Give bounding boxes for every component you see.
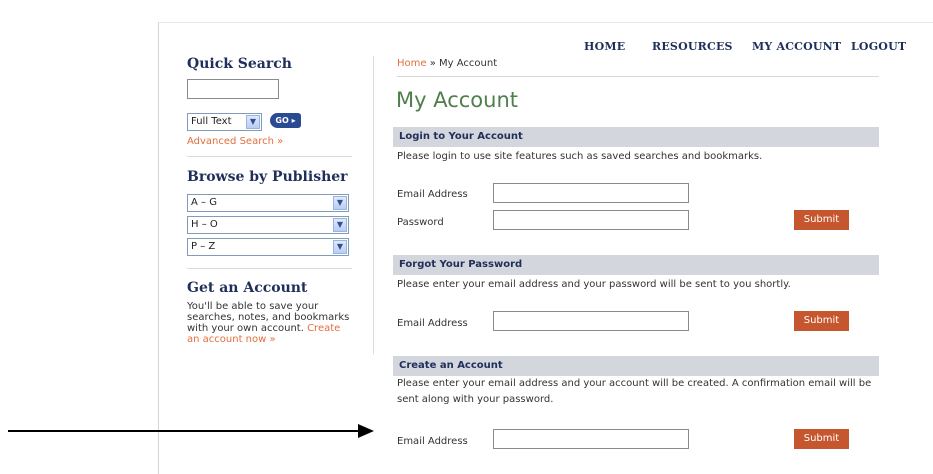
create-heading: Create an Account	[393, 356, 879, 376]
forgot-email-label: Email Address	[397, 318, 468, 329]
top-nav: HOME RESOURCES MY ACCOUNT LOGOUT	[0, 40, 933, 54]
chevron-down-icon: ▼	[333, 196, 347, 210]
login-submit-button[interactable]: Submit	[794, 210, 849, 230]
get-account-title: Get an Account	[187, 280, 308, 296]
password-field[interactable]	[493, 210, 689, 230]
create-desc: Please enter your email address and your…	[397, 378, 872, 405]
create-submit-button[interactable]: Submit	[794, 429, 849, 449]
publisher-range-label: P – Z	[191, 241, 216, 252]
nav-resources[interactable]: RESOURCES	[652, 40, 733, 53]
advanced-search-link[interactable]: Advanced Search »	[187, 136, 283, 147]
login-heading: Login to Your Account	[393, 127, 879, 147]
search-type-value: Full Text	[191, 116, 232, 127]
right-arrow-icon	[8, 424, 374, 438]
get-account-text: You'll be able to save your searches, no…	[187, 301, 353, 345]
breadcrumb-separator: »	[426, 58, 440, 69]
browse-publisher-title: Browse by Publisher	[187, 169, 348, 185]
nav-home[interactable]: HOME	[584, 40, 625, 53]
publisher-select-a-g[interactable]: A – G ▼	[187, 194, 349, 212]
breadcrumb: Home » My Account	[397, 58, 497, 69]
publisher-select-p-z[interactable]: P – Z ▼	[187, 238, 349, 256]
go-button[interactable]: GO ▸	[270, 113, 301, 128]
login-email-field[interactable]	[493, 183, 689, 203]
chevron-down-icon: ▼	[333, 218, 347, 232]
quick-search-input[interactable]	[187, 79, 279, 99]
go-label: GO	[275, 116, 289, 125]
publisher-select-h-o[interactable]: H – O ▼	[187, 216, 349, 234]
quick-search-title: Quick Search	[187, 56, 292, 72]
create-email-field[interactable]	[493, 429, 689, 449]
create-email-label: Email Address	[397, 436, 468, 447]
divider	[397, 76, 879, 77]
login-desc: Please login to use site features such a…	[397, 151, 763, 162]
chevron-down-icon: ▼	[246, 115, 260, 129]
nav-logout[interactable]: LOGOUT	[851, 40, 906, 53]
divider	[187, 268, 352, 269]
forgot-email-field[interactable]	[493, 311, 689, 331]
forgot-desc: Please enter your email address and your…	[397, 279, 791, 290]
breadcrumb-home[interactable]: Home	[397, 58, 427, 69]
publisher-range-label: H – O	[191, 219, 218, 230]
forgot-heading: Forgot Your Password	[393, 255, 879, 275]
page-title: My Account	[396, 88, 519, 112]
column-divider	[373, 56, 374, 354]
password-label: Password	[397, 217, 444, 228]
publisher-range-label: A – G	[191, 197, 217, 208]
divider	[187, 156, 352, 157]
forgot-submit-button[interactable]: Submit	[794, 311, 849, 331]
search-type-select[interactable]: Full Text ▼	[187, 113, 262, 131]
chevron-down-icon: ▼	[333, 240, 347, 254]
breadcrumb-current: My Account	[439, 58, 498, 69]
nav-my-account[interactable]: MY ACCOUNT	[752, 40, 841, 53]
login-email-label: Email Address	[397, 189, 468, 200]
